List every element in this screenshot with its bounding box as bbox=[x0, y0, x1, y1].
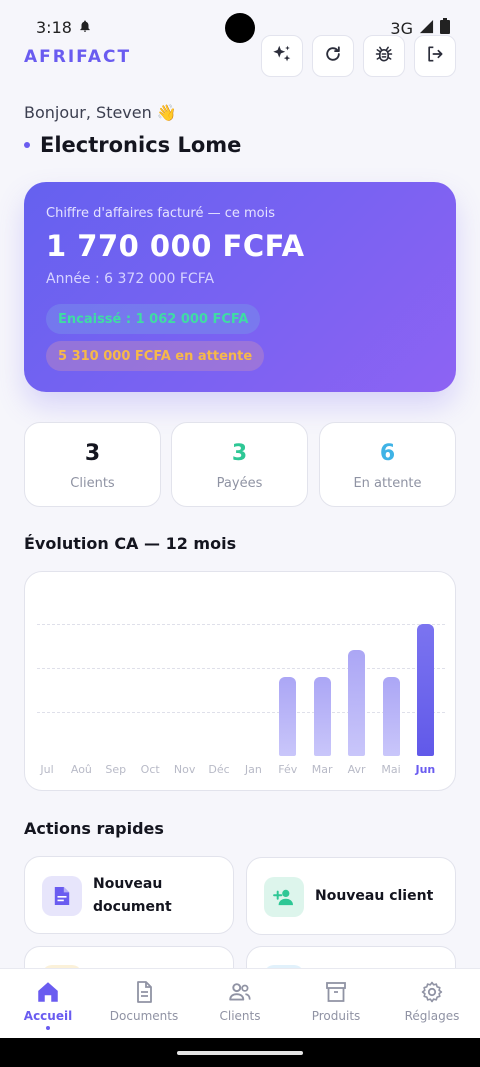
ai-sparkle-button[interactable] bbox=[261, 35, 303, 77]
chart-bar-mar bbox=[313, 677, 331, 756]
stat-paid-label: Payées bbox=[216, 476, 263, 491]
company-selector[interactable]: Electronics Lome bbox=[24, 133, 241, 157]
stat-paid-card[interactable]: 3 Payées bbox=[171, 422, 308, 507]
nav-settings[interactable]: Réglages bbox=[384, 979, 480, 1023]
stat-clients-value: 3 bbox=[84, 441, 101, 466]
chart-month-label: Jun bbox=[415, 763, 436, 776]
status-time-group: 3:18 bbox=[36, 18, 92, 37]
debug-button[interactable] bbox=[363, 35, 405, 77]
chart-bar-mai bbox=[382, 677, 400, 756]
camera-cutout bbox=[225, 13, 255, 43]
home-indicator[interactable] bbox=[177, 1051, 303, 1055]
nav-products-label: Produits bbox=[311, 1009, 361, 1023]
stat-pending-value: 6 bbox=[379, 441, 396, 466]
nav-clients[interactable]: Clients bbox=[192, 979, 288, 1023]
chart-bar-avr bbox=[348, 650, 366, 756]
document-icon bbox=[42, 876, 82, 916]
new-client-label: Nouveau client bbox=[315, 888, 434, 904]
pending-badge: 5 310 000 FCFA en attente bbox=[46, 341, 265, 371]
bug-icon bbox=[374, 44, 394, 68]
stat-clients-label: Clients bbox=[70, 476, 115, 491]
cashed-badge: Encaissé : 1 062 000 FCFA bbox=[46, 304, 261, 334]
home-icon bbox=[0, 979, 96, 1005]
archive-icon bbox=[288, 979, 384, 1005]
stat-pending-card[interactable]: 6 En attente bbox=[319, 422, 456, 507]
status-time: 3:18 bbox=[36, 18, 72, 37]
nav-active-indicator bbox=[46, 1026, 50, 1030]
logout-icon bbox=[425, 44, 445, 68]
document-icon bbox=[96, 979, 192, 1005]
people-icon bbox=[192, 979, 288, 1005]
nav-documents[interactable]: Documents bbox=[96, 979, 192, 1023]
company-name: Electronics Lome bbox=[40, 133, 242, 157]
brand-logo: AFRIFACT bbox=[24, 47, 132, 67]
chart-section-title: Évolution CA — 12 mois bbox=[24, 534, 237, 553]
new-document-button[interactable]: Nouveau document bbox=[24, 856, 234, 934]
bottom-navigation: Accueil Documents Clients Produits Régla… bbox=[0, 968, 480, 1038]
gear-icon bbox=[384, 979, 480, 1005]
nav-products[interactable]: Produits bbox=[288, 979, 384, 1023]
nav-clients-label: Clients bbox=[219, 1009, 261, 1023]
company-dot bbox=[24, 142, 30, 148]
chart-gridline bbox=[37, 668, 445, 669]
actions-section-title: Actions rapides bbox=[24, 819, 164, 838]
revenue-year: Année : 6 372 000 FCFA bbox=[46, 271, 215, 287]
greeting-text: Bonjour, Steven 👋 bbox=[24, 103, 177, 122]
stat-paid-value: 3 bbox=[231, 441, 248, 466]
revenue-amount: 1 770 000 FCFA bbox=[46, 229, 305, 263]
logout-button[interactable] bbox=[414, 35, 456, 77]
new-document-label: Nouveau document bbox=[93, 876, 172, 915]
stat-pending-label: En attente bbox=[353, 476, 422, 491]
chart-bar-jun bbox=[416, 624, 434, 756]
nav-home[interactable]: Accueil bbox=[0, 979, 96, 1030]
revenue-chart: Jul Aoû Sep Oct Nov Déc Jan Fév Mar Avr Mai Jun bbox=[24, 571, 456, 791]
refresh-icon bbox=[323, 44, 343, 68]
nav-settings-label: Réglages bbox=[404, 1009, 460, 1023]
sparkle-icon bbox=[271, 43, 293, 69]
system-navigation-bar bbox=[0, 1038, 480, 1067]
refresh-button[interactable] bbox=[312, 35, 354, 77]
nav-home-label: Accueil bbox=[23, 1009, 73, 1023]
stat-clients-card[interactable]: 3 Clients bbox=[24, 422, 161, 507]
chart-bar-fév bbox=[279, 677, 297, 756]
add-person-icon bbox=[264, 877, 304, 917]
nav-documents-label: Documents bbox=[109, 1009, 179, 1023]
notification-bell-icon bbox=[78, 18, 92, 37]
new-client-button[interactable]: Nouveau client bbox=[246, 857, 456, 935]
revenue-subtitle: Chiffre d'affaires facturé — ce mois bbox=[46, 206, 275, 221]
chart-gridline bbox=[37, 624, 445, 625]
revenue-card: Chiffre d'affaires facturé — ce mois 1 7… bbox=[24, 182, 456, 392]
